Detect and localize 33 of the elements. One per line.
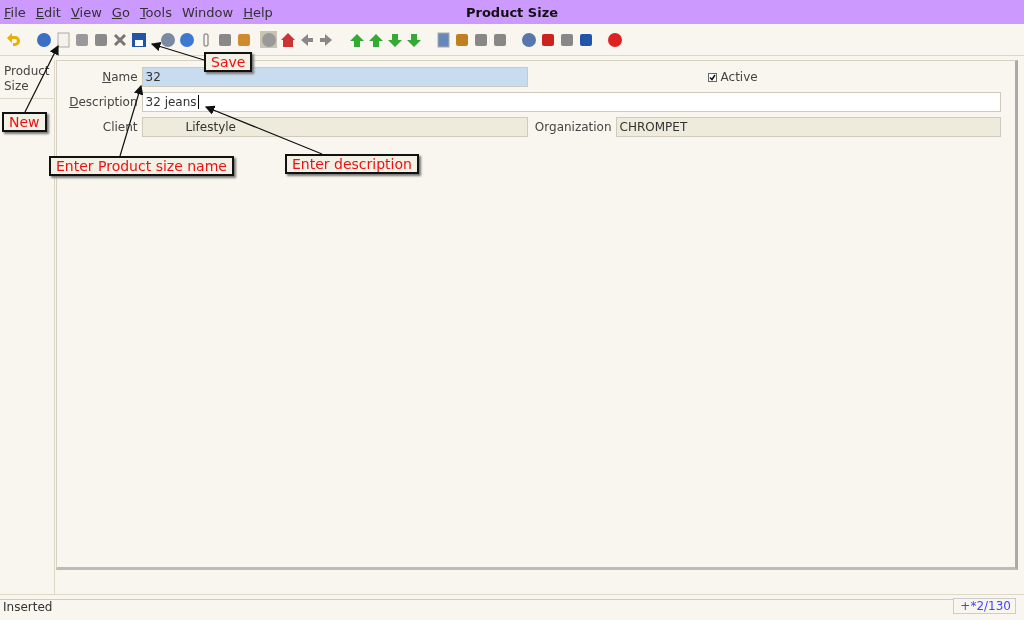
save-icon[interactable] xyxy=(130,31,147,48)
input-field[interactable]: 32 jeans xyxy=(141,92,1001,112)
callout-label: Enter description xyxy=(285,154,419,174)
checkbox-label: Active xyxy=(720,70,759,84)
input-field[interactable]: 32 xyxy=(141,67,528,87)
checkbox[interactable] xyxy=(707,72,717,82)
leader-line xyxy=(150,41,205,61)
menu-item[interactable]: Tools xyxy=(139,4,172,20)
menu-item[interactable]: Edit xyxy=(35,4,61,20)
field-label: Name xyxy=(101,70,139,84)
window-title: Product Size xyxy=(465,4,559,20)
menu-item[interactable]: View xyxy=(70,4,102,20)
new-document-icon[interactable] xyxy=(54,31,71,48)
record-counter: +*2/130 xyxy=(953,598,1016,614)
next-record-icon[interactable] xyxy=(386,31,403,48)
menu-item[interactable]: Window xyxy=(181,4,234,20)
previous-record-icon[interactable] xyxy=(367,31,384,48)
input-field[interactable]: Lifestyle xyxy=(141,117,528,137)
last-record-icon[interactable] xyxy=(405,31,422,48)
menu-item[interactable]: Go xyxy=(111,4,130,20)
input-field[interactable]: CHROMPET xyxy=(615,117,1001,137)
field-label: Organization xyxy=(533,120,613,134)
close-icon[interactable] xyxy=(606,31,623,48)
forward-icon[interactable] xyxy=(317,31,334,48)
cut-icon[interactable] xyxy=(111,31,128,48)
menu-item[interactable]: File xyxy=(4,4,26,20)
callout-label: Save xyxy=(204,52,253,72)
first-record-icon[interactable] xyxy=(348,31,365,48)
callout-label: New xyxy=(2,112,47,132)
callout-label: Enter Product size name xyxy=(49,156,234,176)
home-icon[interactable] xyxy=(279,31,296,48)
status-message: Inserted xyxy=(0,599,954,614)
menu-item[interactable]: Help xyxy=(243,4,273,20)
